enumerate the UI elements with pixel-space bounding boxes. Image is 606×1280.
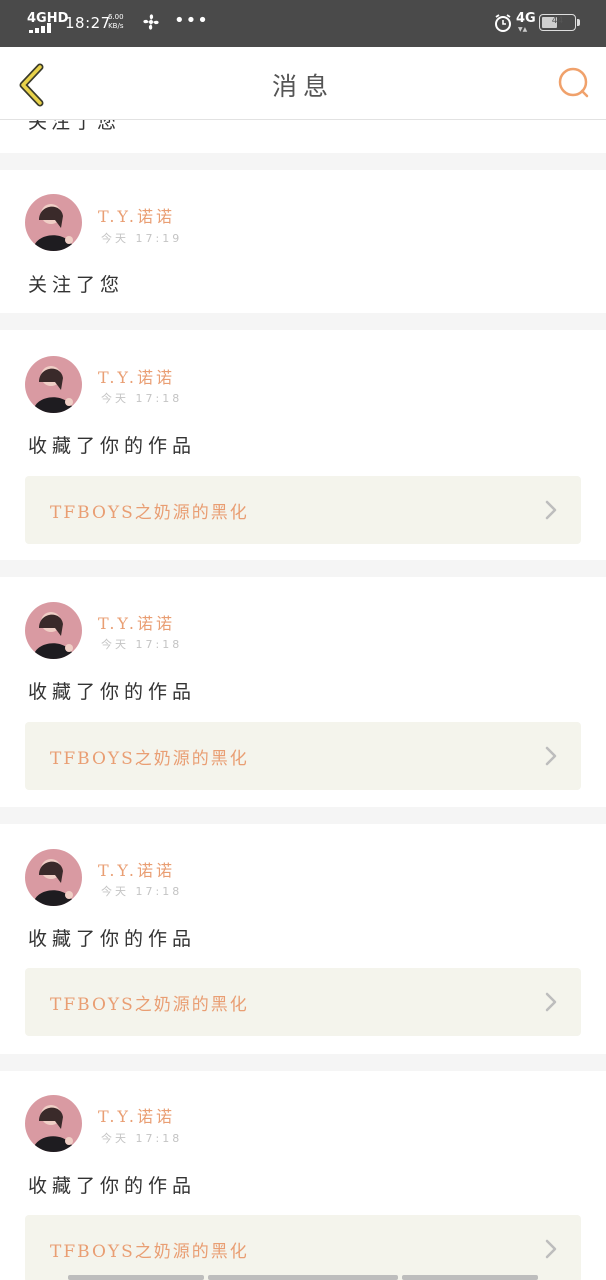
battery-icon: 44	[539, 14, 576, 31]
fan-icon	[143, 14, 159, 30]
work-title: TFBOYS之奶源的黑化	[50, 995, 249, 1015]
action-text: 收藏了你的作品	[28, 681, 197, 703]
message-time: 今天 17:18	[101, 1132, 183, 1145]
action-text: 收藏了你的作品	[28, 928, 197, 950]
message-time: 今天 17:19	[101, 232, 183, 245]
work-title: TFBOYS之奶源的黑化	[50, 749, 249, 769]
alarm-icon	[495, 14, 511, 32]
work-link[interactable]: TFBOYS之奶源的黑化	[25, 722, 581, 790]
work-title: TFBOYS之奶源的黑化	[50, 1242, 249, 1262]
chevron-right-icon	[545, 1239, 557, 1259]
message-time: 今天 17:18	[101, 392, 183, 405]
list-item[interactable]: 关注了您	[0, 120, 606, 153]
home-indicator	[208, 1275, 398, 1280]
list-item[interactable]: T.Y.诺诺 今天 17:18 收藏了你的作品 TFBOYS之奶源的黑化	[0, 1071, 606, 1280]
chevron-right-icon	[545, 500, 557, 520]
clock: 18:27	[65, 14, 111, 32]
search-button[interactable]	[553, 64, 593, 104]
battery-level: 44	[551, 16, 564, 26]
more-notifications-icon: •••	[174, 10, 209, 31]
list-item[interactable]: T.Y.诺诺 今天 17:19 关注了您	[0, 170, 606, 313]
nav-bar: 消息	[0, 47, 606, 120]
message-time: 今天 17:18	[101, 638, 183, 651]
user-name[interactable]: T.Y.诺诺	[98, 203, 175, 227]
avatar[interactable]	[25, 602, 82, 659]
list-item[interactable]: T.Y.诺诺 今天 17:18 收藏了你的作品 TFBOYS之奶源的黑化	[0, 330, 606, 560]
user-name[interactable]: T.Y.诺诺	[98, 364, 175, 388]
avatar[interactable]	[25, 1095, 82, 1152]
user-name[interactable]: T.Y.诺诺	[98, 610, 175, 634]
chevron-right-icon	[545, 746, 557, 766]
action-text: 收藏了你的作品	[28, 435, 197, 457]
message-time: 今天 17:18	[101, 885, 183, 898]
user-name[interactable]: T.Y.诺诺	[98, 857, 175, 881]
home-indicator	[402, 1275, 538, 1280]
action-text: 关注了您	[28, 120, 121, 133]
action-text: 关注了您	[28, 274, 125, 296]
network-speed-unit: KB/s	[108, 22, 124, 30]
network-speed-value: 6.00	[108, 13, 124, 21]
chevron-right-icon	[545, 992, 557, 1012]
work-link[interactable]: TFBOYS之奶源的黑化	[25, 1215, 581, 1280]
signal-icon	[29, 23, 53, 33]
avatar[interactable]	[25, 849, 82, 906]
status-bar: 4GHD 18:27 6.00 KB/s ••• 4G ▼▲ 44	[0, 0, 606, 47]
work-link[interactable]: TFBOYS之奶源的黑化	[25, 476, 581, 544]
home-indicator	[68, 1275, 204, 1280]
network-speed: 6.00 KB/s	[108, 13, 124, 31]
user-name[interactable]: T.Y.诺诺	[98, 1103, 175, 1127]
page-title: 消息	[271, 72, 334, 101]
work-title: TFBOYS之奶源的黑化	[50, 503, 249, 523]
data-activity-icon: ▼▲	[518, 26, 528, 33]
search-icon	[558, 67, 589, 98]
avatar[interactable]	[25, 194, 82, 251]
list-item[interactable]: T.Y.诺诺 今天 17:18 收藏了你的作品 TFBOYS之奶源的黑化	[0, 577, 606, 807]
list-item[interactable]: T.Y.诺诺 今天 17:18 收藏了你的作品 TFBOYS之奶源的黑化	[0, 824, 606, 1054]
work-link[interactable]: TFBOYS之奶源的黑化	[25, 968, 581, 1036]
network-type-right: 4G	[516, 11, 536, 26]
avatar[interactable]	[25, 356, 82, 413]
action-text: 收藏了你的作品	[28, 1175, 197, 1197]
